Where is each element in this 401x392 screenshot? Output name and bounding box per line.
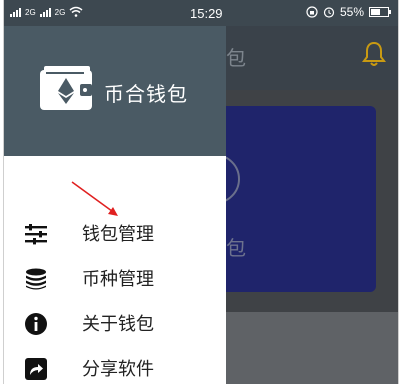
sliders-icon (25, 224, 47, 245)
clock: 15:29 (190, 6, 223, 21)
menu-label: 关于钱包 (82, 314, 154, 335)
info-icon (25, 313, 47, 335)
battery-percent: 55% (339, 5, 364, 19)
menu-label: 分享软件 (82, 359, 154, 380)
battery-icon (369, 7, 391, 17)
drawer-header: 币合钱包 (4, 26, 226, 156)
background-title: 包 (226, 46, 246, 70)
app-name: 币合钱包 (104, 82, 188, 106)
wallet-logo-icon (40, 66, 92, 110)
wifi-icon (69, 6, 83, 17)
network-tag-2: 2G (54, 8, 66, 17)
card-text: 包 (226, 236, 246, 260)
drawer-menu: 钱包管理 币种管理 关于钱包 分享软件 (4, 212, 226, 392)
network-tag-1: 2G (25, 8, 36, 17)
menu-item-about-wallet[interactable]: 关于钱包 (4, 302, 226, 347)
share-icon (25, 358, 47, 380)
status-right: 55% (306, 5, 391, 19)
wallet-card[interactable] (214, 106, 376, 292)
coins-stack-icon (26, 268, 46, 290)
signal-icon (10, 8, 21, 17)
menu-item-wallet-management[interactable]: 钱包管理 (4, 212, 226, 257)
menu-label: 币种管理 (82, 269, 154, 290)
menu-item-coin-management[interactable]: 币种管理 (4, 257, 226, 302)
alarm-icon (323, 7, 335, 18)
signal-area: 2G 2G (10, 6, 83, 17)
lock-rotation-icon (306, 6, 318, 18)
navigation-drawer: 币合钱包 钱包管理 币种管理 关于钱包 分享软件 (4, 26, 226, 384)
menu-label: 钱包管理 (82, 224, 154, 245)
menu-item-share-app[interactable]: 分享软件 (4, 347, 226, 392)
signal-icon-2 (39, 8, 51, 17)
status-bar: 2G 2G 15:29 55% (4, 0, 399, 26)
bell-icon[interactable] (361, 40, 387, 68)
